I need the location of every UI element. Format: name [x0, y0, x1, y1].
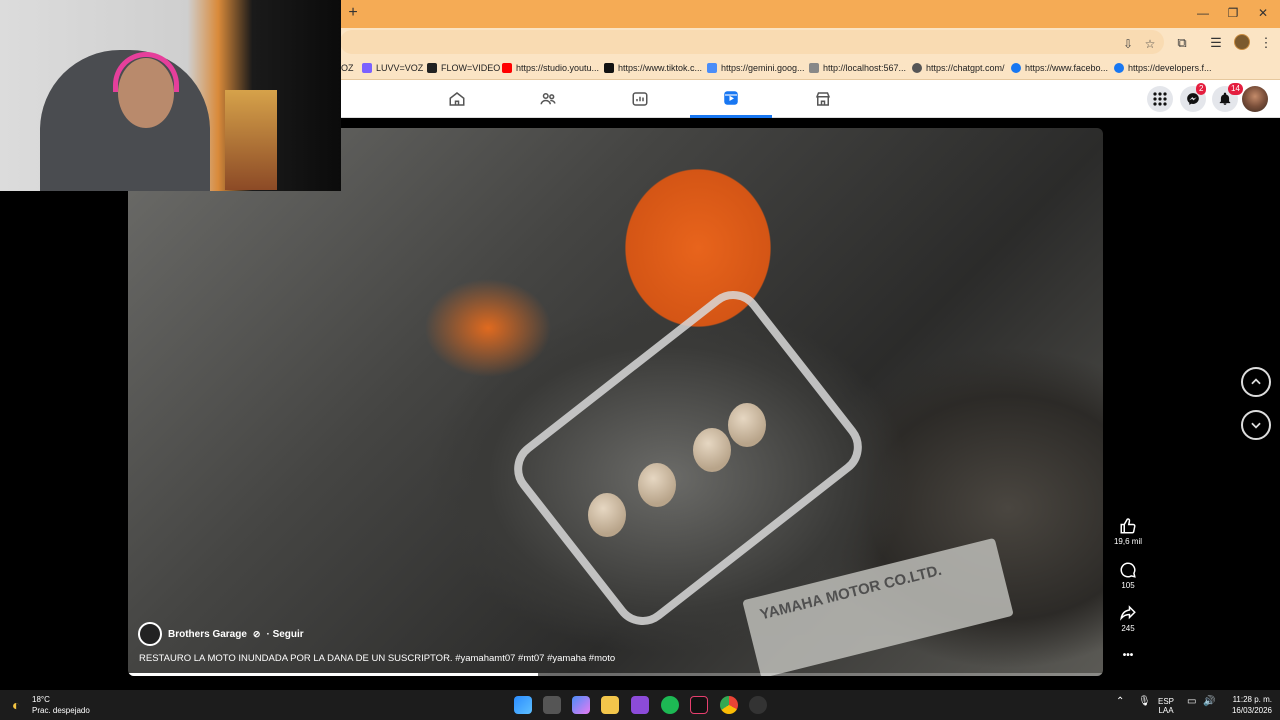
owner-avatar[interactable]: [138, 622, 162, 646]
bookmark-item[interactable]: https://chatgpt.com/: [912, 61, 1005, 75]
chatgpt-icon: [912, 63, 922, 73]
reel-owner: Brothers Garage ⊘ · Seguir: [138, 622, 304, 646]
menu-kebab-icon[interactable]: ⋮: [1257, 34, 1275, 52]
gemini-icon: [707, 63, 717, 73]
share-count: 245: [1121, 624, 1135, 633]
weather-icon: ◐: [12, 697, 21, 713]
reels-icon: [724, 90, 738, 105]
owner-name[interactable]: Brothers Garage: [168, 629, 247, 640]
progress-fill: [128, 673, 538, 676]
reel-video[interactable]: YAMAHA MOTOR CO.LTD.: [128, 128, 1103, 676]
start-icon[interactable]: [514, 696, 532, 714]
comment-icon: [1120, 562, 1136, 578]
wall-poster: [225, 90, 277, 190]
language-indicator[interactable]: ESP LAA: [1158, 697, 1174, 715]
menu-button[interactable]: [1147, 86, 1173, 112]
copilot-icon[interactable]: [572, 696, 590, 714]
install-app-icon[interactable]: ⇩: [1120, 36, 1136, 52]
comment-button[interactable]: 105: [1110, 561, 1146, 590]
bookmark-item[interactable]: https://www.tiktok.c...: [604, 61, 702, 75]
minimize-button[interactable]: —: [1190, 4, 1216, 22]
next-reel-button[interactable]: [1241, 410, 1271, 440]
microphone-icon[interactable]: 🎙: [1138, 697, 1151, 707]
watch-icon: [632, 92, 648, 106]
bookmark-item[interactable]: https://studio.youtu...: [502, 61, 599, 75]
tab-friends[interactable]: [507, 80, 589, 118]
plate-text: YAMAHA MOTOR CO.LTD.: [758, 561, 944, 624]
file-explorer-icon[interactable]: [601, 696, 619, 714]
verified-icon: ⊘: [252, 628, 261, 639]
notifications-badge: 14: [1228, 83, 1243, 95]
valve: [638, 463, 676, 507]
screen: + — ❐ ✕ ⇩ ☆ ⧉ ☰ ⋮ OZ LUVV=VOZ FLOW=VIDEO…: [0, 0, 1280, 720]
bookmark-item[interactable]: https://www.facebo...: [1011, 61, 1108, 75]
spotify-icon[interactable]: [661, 696, 679, 714]
engine-plate: YAMAHA MOTOR CO.LTD.: [742, 537, 1014, 676]
reel-caption: RESTAURO LA MOTO INUNDADA POR LA DANA DE…: [139, 653, 616, 664]
profile-avatar[interactable]: [1234, 34, 1250, 50]
bookmark-item[interactable]: LUVV=VOZ: [362, 61, 423, 75]
tab-reels[interactable]: [690, 80, 772, 118]
webcam-overlay: [0, 0, 341, 191]
bookmark-icon: [362, 63, 372, 73]
tab-marketplace[interactable]: [782, 80, 864, 118]
clock[interactable]: 11:28 p. m. 16/03/2026: [1224, 694, 1272, 716]
chevron-up-icon: [1251, 378, 1261, 385]
bookmark-item[interactable]: OZ: [341, 61, 354, 75]
tiktok-icon: [604, 63, 614, 73]
account-avatar[interactable]: [1242, 86, 1268, 112]
share-button[interactable]: 245: [1110, 604, 1146, 633]
tiktok-icon[interactable]: [690, 696, 708, 714]
thumbs-up-icon: [1120, 518, 1136, 534]
facebook-icon: [1114, 63, 1124, 73]
valve: [728, 403, 766, 447]
friends-icon: [540, 93, 556, 105]
valve: [693, 428, 731, 472]
grid-menu-icon: [1153, 92, 1167, 106]
previous-reel-button[interactable]: [1241, 367, 1271, 397]
tab-watch[interactable]: [599, 80, 681, 118]
restore-button[interactable]: ❐: [1220, 4, 1246, 22]
like-count: 19,6 mil: [1113, 537, 1142, 546]
more-options-button[interactable]: •••: [1110, 650, 1146, 661]
task-view-icon[interactable]: [543, 696, 561, 714]
tab-home[interactable]: [416, 80, 498, 118]
youtube-icon: [502, 63, 512, 73]
new-tab-button[interactable]: +: [346, 5, 360, 21]
bookmark-item[interactable]: https://developers.f...: [1114, 61, 1212, 75]
chrome-icon[interactable]: [720, 696, 738, 714]
obs-icon[interactable]: [749, 696, 767, 714]
bookmark-item[interactable]: https://gemini.goog...: [707, 61, 805, 75]
bookmark-star-icon[interactable]: ☆: [1142, 36, 1158, 52]
bookmark-icon: [427, 63, 437, 73]
extensions-icon[interactable]: ⧉: [1173, 34, 1191, 52]
close-button[interactable]: ✕: [1250, 4, 1276, 22]
link-icon: [809, 63, 819, 73]
facebook-icon: [1011, 63, 1021, 73]
date: 16/03/2026: [1231, 706, 1272, 715]
comment-count: 105: [1121, 581, 1135, 590]
marketplace-icon: [815, 92, 831, 106]
reading-list-icon[interactable]: ☰: [1207, 34, 1225, 52]
share-icon: [1120, 605, 1136, 621]
tray-chevron-icon[interactable]: ⌃: [1116, 697, 1124, 707]
network-icon[interactable]: ▭: [1187, 697, 1196, 707]
weather-widget[interactable]: ◐ 18°C Prac. despejado: [12, 694, 90, 716]
app-icon[interactable]: [631, 696, 649, 714]
weather-condition: Prac. despejado: [32, 706, 90, 715]
valve: [588, 493, 626, 537]
bookmark-item[interactable]: http://localhost:567...: [809, 61, 906, 75]
like-button[interactable]: 19,6 mil: [1110, 517, 1146, 546]
home-icon: [449, 92, 465, 106]
address-bar[interactable]: ⇩ ☆: [340, 30, 1164, 54]
bookmark-item[interactable]: FLOW=VIDEO: [427, 61, 500, 75]
follow-link[interactable]: · Seguir: [266, 629, 303, 640]
time: 11:28 p. m.: [1232, 695, 1272, 704]
chevron-down-icon: [1251, 422, 1261, 429]
volume-icon[interactable]: 🔊: [1203, 697, 1215, 707]
temperature: 18°C: [32, 695, 50, 704]
